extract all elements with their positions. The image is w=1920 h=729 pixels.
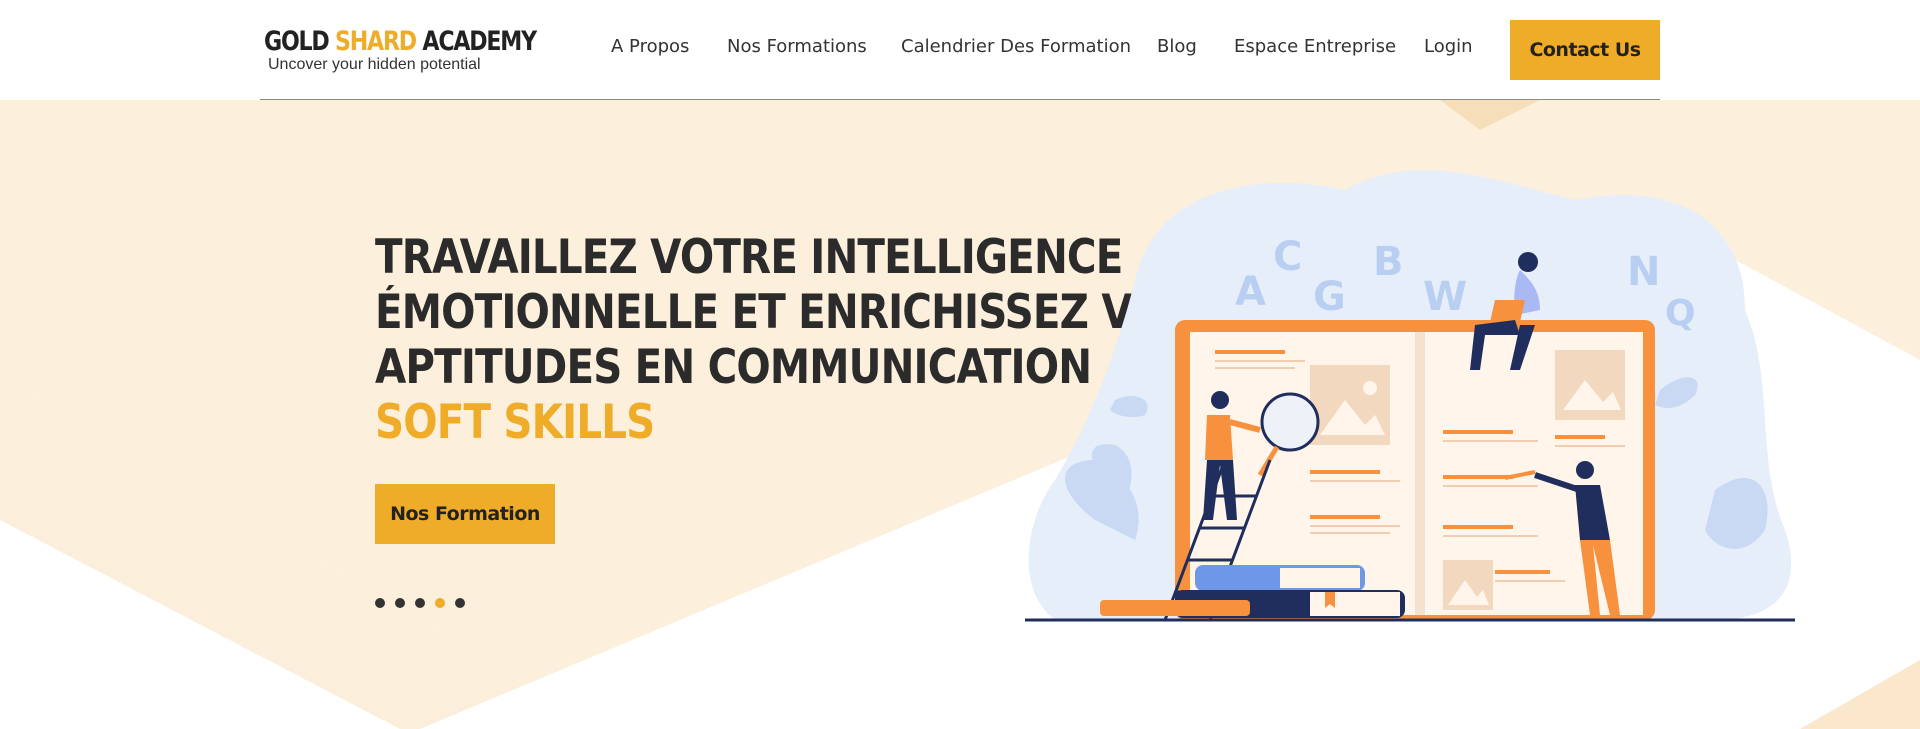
- nav-item-login[interactable]: Login: [1424, 36, 1473, 57]
- slider-dots: [375, 598, 465, 608]
- letter-b: B: [1373, 239, 1404, 285]
- nav-item-a-propos[interactable]: A Propos: [611, 36, 689, 57]
- slider-dot[interactable]: [375, 598, 385, 608]
- nav-item-calendrier[interactable]: Calendrier Des Formation: [901, 36, 1131, 57]
- slider-dot[interactable]: [415, 598, 425, 608]
- letter-a: A: [1235, 269, 1266, 315]
- logo-title: GOLD SHARD ACADEMY: [264, 26, 537, 57]
- hero-headline-line: ÉMOTIONNELLE ET ENRICHISSEZ VOS: [375, 285, 1194, 340]
- hero-headline: TRAVAILLEZ VOTRE INTELLIGENCE ÉMOTIONNEL…: [375, 230, 1194, 450]
- hero-section: TRAVAILLEZ VOTRE INTELLIGENCE ÉMOTIONNEL…: [0, 100, 1920, 729]
- slider-dot-active[interactable]: [435, 598, 445, 608]
- slider-dot[interactable]: [395, 598, 405, 608]
- hero-headline-line: APTITUDES EN COMMUNICATION: [375, 340, 1092, 395]
- hero-headline-accent: SOFT SKILLS: [375, 395, 655, 450]
- slider-dot[interactable]: [455, 598, 465, 608]
- logo-text: GOLD SHARD ACADEMY Uncover your hidden p…: [264, 27, 596, 73]
- contact-us-button[interactable]: Contact Us: [1510, 20, 1660, 80]
- nav-item-nos-formations[interactable]: Nos Formations: [727, 36, 867, 57]
- letter-w: W: [1423, 274, 1467, 320]
- nav-item-espace-entreprise[interactable]: Espace Entreprise: [1234, 36, 1396, 57]
- site-header: GOLD SHARD ACADEMY Uncover your hidden p…: [0, 0, 1920, 100]
- nav-item-blog[interactable]: Blog: [1157, 36, 1197, 57]
- letter-g: G: [1313, 274, 1346, 320]
- education-illustration: A C G B W N Q: [1025, 170, 1795, 622]
- letter-c: C: [1273, 234, 1302, 280]
- hero-headline-line: TRAVAILLEZ VOTRE INTELLIGENCE: [375, 230, 1123, 285]
- nos-formation-button[interactable]: Nos Formation: [375, 484, 555, 544]
- header-divider: [260, 99, 1660, 100]
- logo[interactable]: GOLD SHARD ACADEMY Uncover your hidden p…: [260, 20, 560, 80]
- logo-tagline: Uncover your hidden potential: [268, 56, 481, 73]
- letter-q: Q: [1665, 293, 1696, 334]
- letter-n: N: [1627, 249, 1660, 295]
